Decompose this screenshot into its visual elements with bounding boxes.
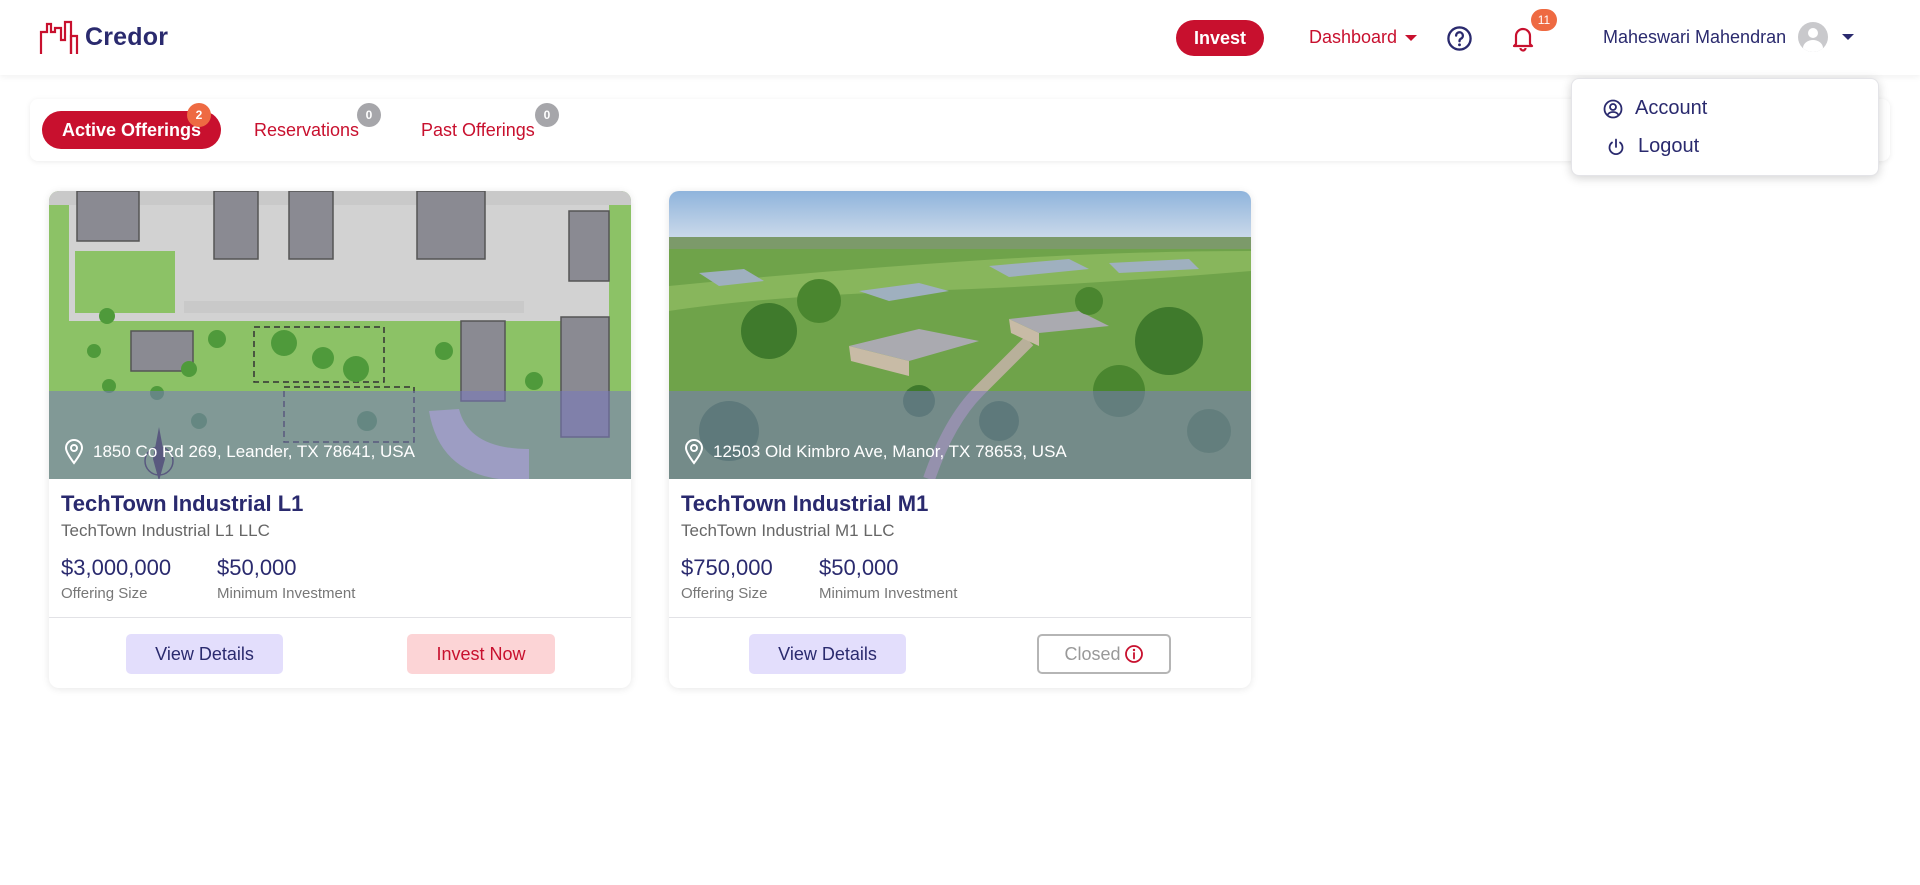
location-pin-icon [64, 439, 84, 465]
tab-label: Past Offerings [421, 119, 535, 140]
tab-active-offerings[interactable]: Active Offerings 2 [42, 103, 222, 149]
menu-item-account[interactable]: Account [1603, 97, 1707, 120]
user-dropdown-menu: Account Logout [1571, 78, 1879, 176]
location: 12503 Old Kimbro Ave, Manor, TX 78653, U… [683, 439, 1067, 465]
credor-logo[interactable]: Credor [39, 18, 168, 56]
logo-text: Credor [85, 22, 169, 51]
image-overlay [49, 391, 631, 479]
site-plan-image[interactable]: 1850 Co Rd 269, Leander, TX 78641, USA [49, 191, 631, 479]
address-text: 12503 Old Kimbro Ave, Manor, TX 78653, U… [713, 442, 1067, 461]
info-icon[interactable] [1124, 644, 1144, 664]
offering-card: 12503 Old Kimbro Ave, Manor, TX 78653, U… [669, 191, 1251, 688]
offering-size-stat: $3,000,000 Offering Size [61, 555, 171, 602]
view-details-button[interactable]: View Details [749, 634, 906, 674]
user-menu-toggle[interactable]: Maheswari Mahendran [1603, 22, 1855, 52]
user-name: Maheswari Mahendran [1603, 26, 1787, 47]
notification-bell-icon[interactable] [1509, 24, 1537, 52]
invest-now-button[interactable]: Invest Now [407, 634, 555, 674]
min-investment-stat: $50,000 Minimum Investment [217, 555, 355, 602]
tab-label: Reservations [254, 119, 360, 140]
offering-size-stat: $750,000 Offering Size [681, 555, 773, 602]
min-investment-stat: $50,000 Minimum Investment [819, 555, 957, 602]
caret-down-icon [1405, 34, 1418, 41]
menu-item-label: Logout [1638, 135, 1700, 157]
offering-entity: TechTown Industrial M1 LLC [681, 521, 895, 540]
min-investment-value: $50,000 [819, 555, 899, 580]
avatar [1798, 22, 1829, 52]
top-navbar: Credor Invest Dashboard 11 Maheswari Mah… [0, 0, 1920, 75]
offering-size-label: Offering Size [681, 585, 768, 602]
dashboard-label: Dashboard [1309, 27, 1398, 47]
min-investment-label: Minimum Investment [217, 585, 356, 602]
offering-size-value: $3,000,000 [61, 555, 172, 580]
caret-down-icon [1842, 34, 1855, 40]
offering-entity: TechTown Industrial L1 LLC [61, 521, 270, 540]
help-question-icon[interactable] [1446, 25, 1473, 52]
min-investment-value: $50,000 [217, 555, 297, 580]
invest-button[interactable]: Invest [1176, 20, 1264, 56]
menu-item-logout[interactable]: Logout [1606, 135, 1699, 158]
offering-card: 1850 Co Rd 269, Leander, TX 78641, USA T… [49, 191, 631, 688]
card-divider [669, 617, 1251, 618]
tab-label: Active Offerings [62, 119, 202, 140]
menu-item-label: Account [1635, 97, 1708, 119]
offering-size-label: Offering Size [61, 585, 148, 602]
offering-size-value: $750,000 [681, 555, 773, 580]
tab-past-offerings[interactable]: Past Offerings 0 [421, 103, 559, 149]
address-text: 1850 Co Rd 269, Leander, TX 78641, USA [93, 442, 415, 461]
image-overlay [669, 391, 1251, 479]
tab-reservations[interactable]: Reservations 0 [254, 103, 381, 149]
offering-title: TechTown Industrial L1 [61, 491, 304, 516]
power-icon [1608, 138, 1624, 155]
tab-count-badge: 2 [187, 103, 211, 127]
dashboard-dropdown[interactable]: Dashboard [1309, 27, 1418, 48]
tab-count-badge: 0 [535, 103, 559, 127]
tab-count-badge: 0 [357, 103, 381, 127]
closed-label: Closed [1064, 643, 1121, 664]
card-divider [49, 617, 631, 618]
location: 1850 Co Rd 269, Leander, TX 78641, USA [63, 439, 415, 465]
property-photo[interactable]: 12503 Old Kimbro Ave, Manor, TX 78653, U… [669, 191, 1251, 479]
view-details-button[interactable]: View Details [126, 634, 283, 674]
location-pin-icon [684, 439, 704, 465]
city-skyline-logo-icon [39, 20, 79, 54]
offering-title: TechTown Industrial M1 [681, 491, 929, 516]
closed-status-button[interactable]: Closed [1037, 634, 1171, 674]
user-circle-icon [1603, 99, 1623, 118]
notification-count-badge: 11 [1531, 9, 1557, 31]
min-investment-label: Minimum Investment [819, 585, 958, 602]
